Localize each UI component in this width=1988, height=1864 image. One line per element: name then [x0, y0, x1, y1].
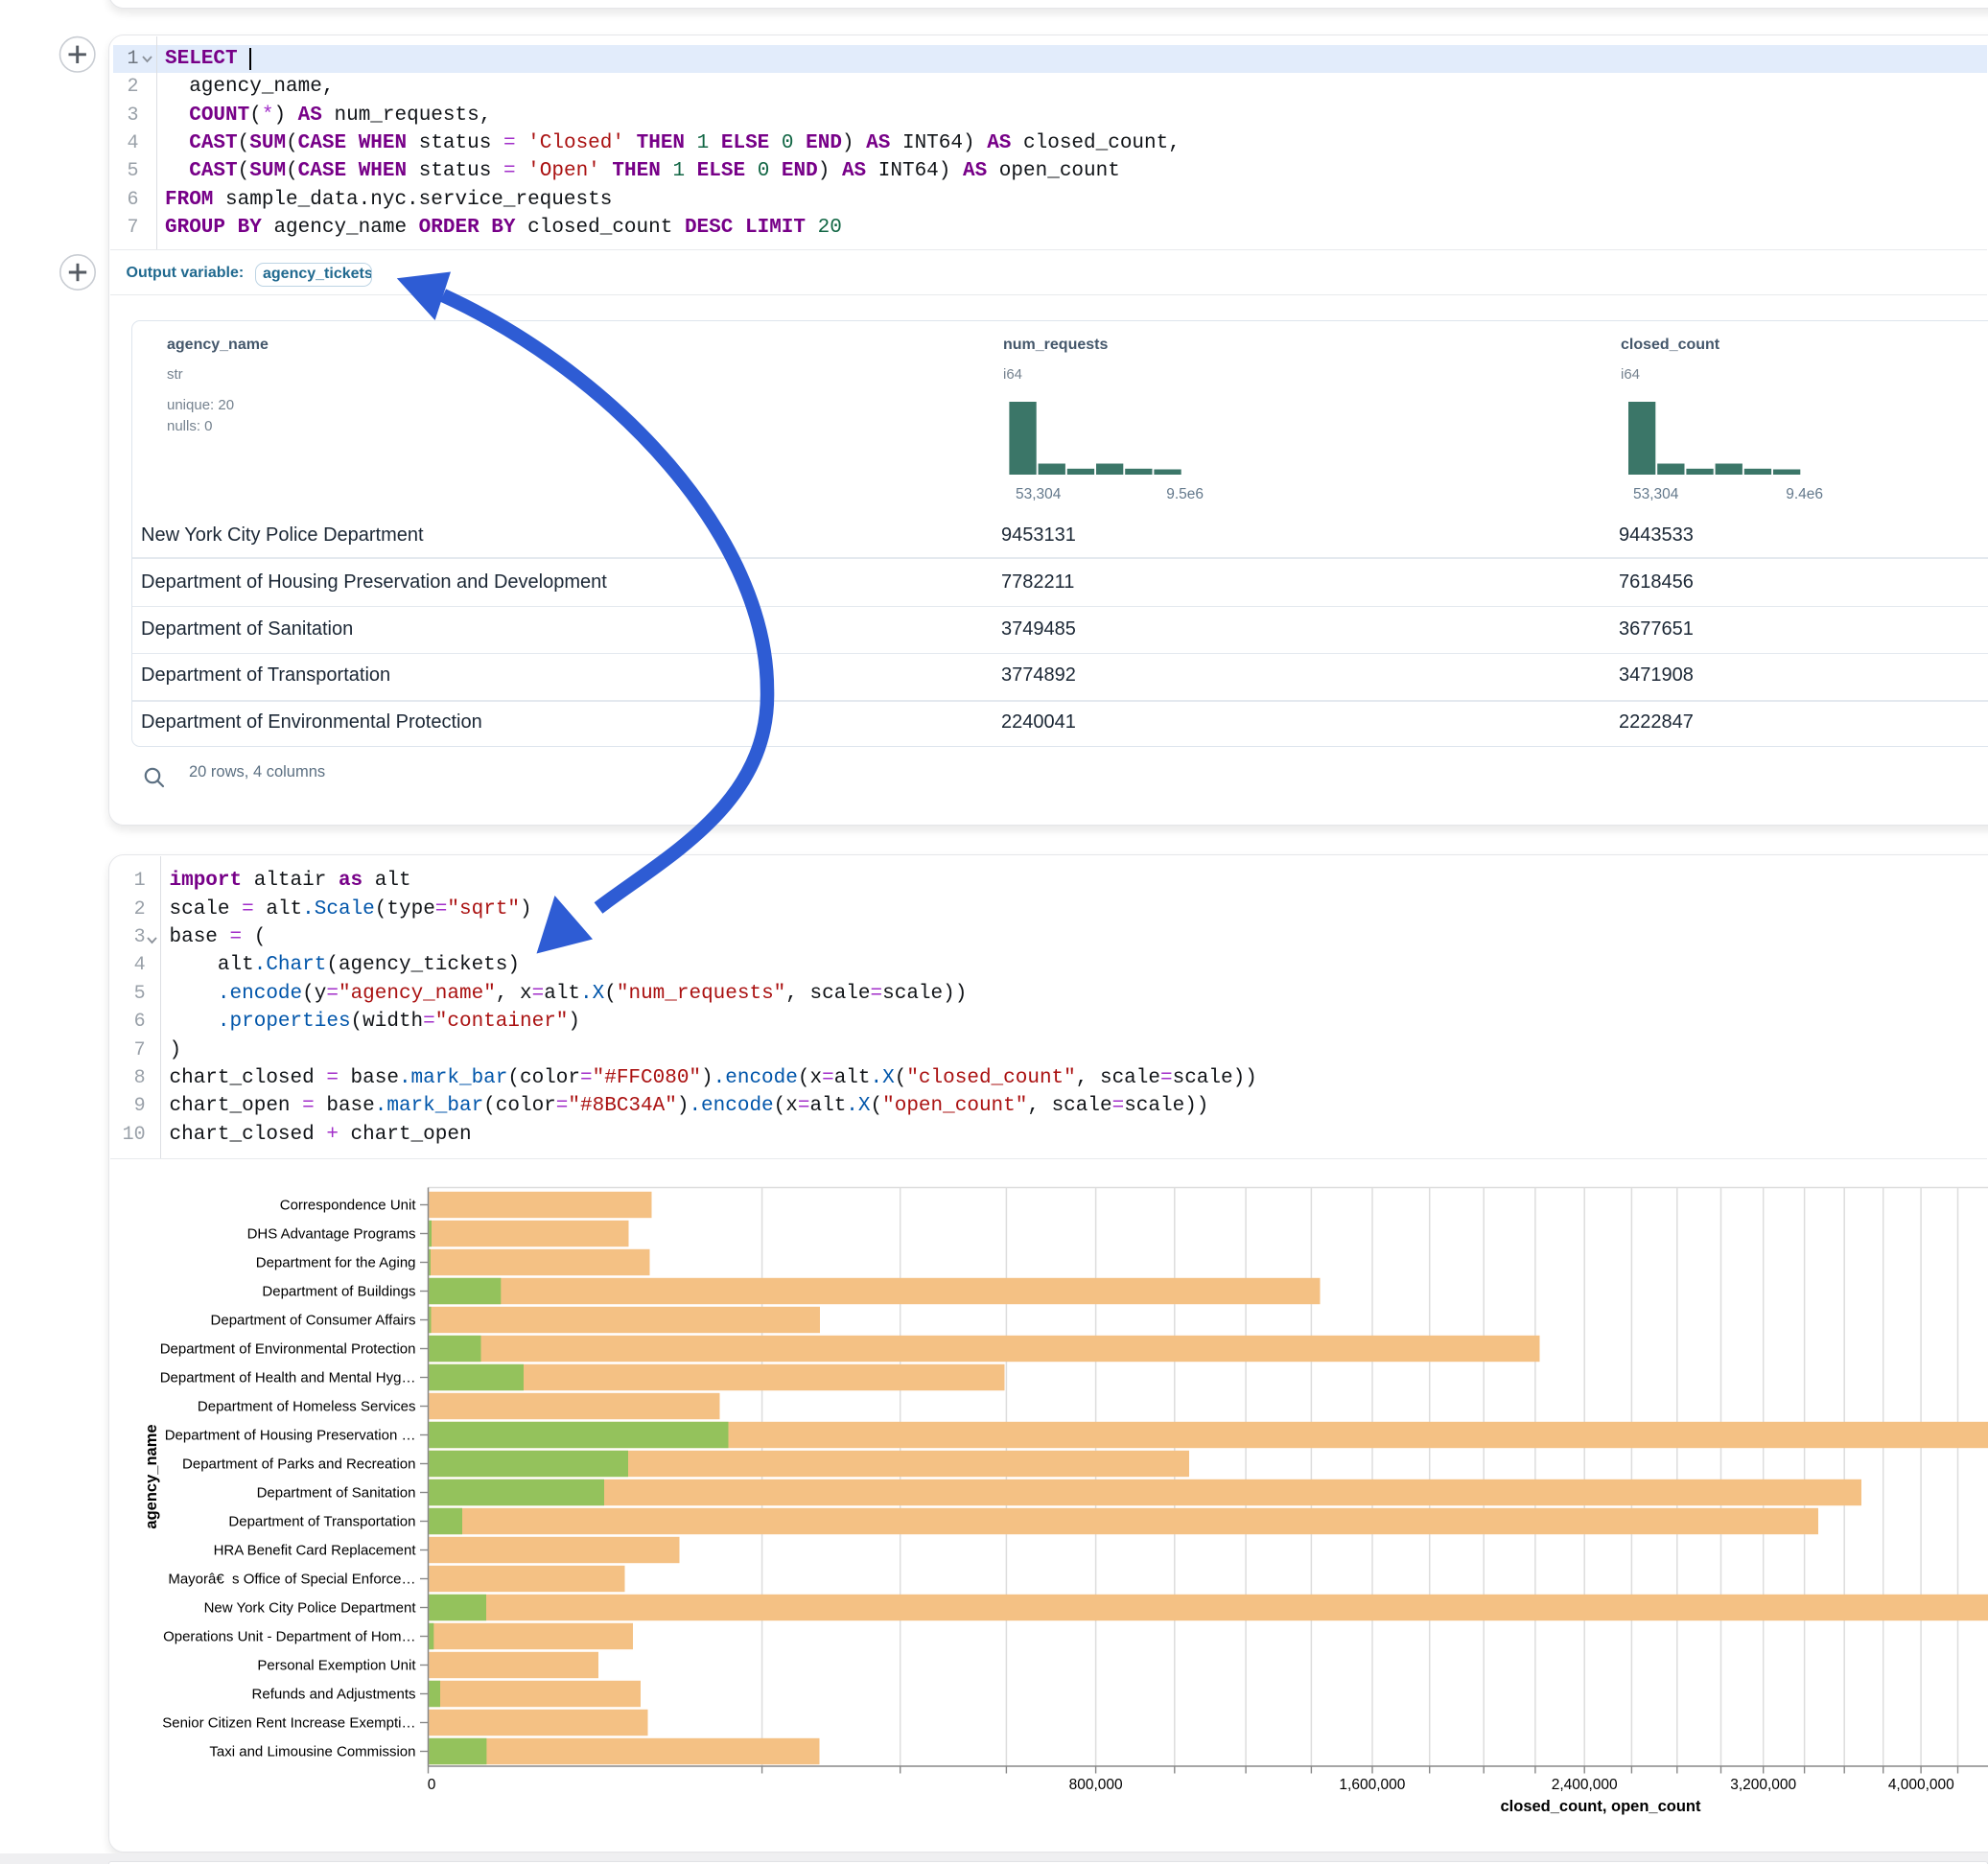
svg-text:800,000: 800,000 — [1069, 1777, 1123, 1793]
svg-text:Senior Citizen Rent Increase E: Senior Citizen Rent Increase Exempti… — [162, 1715, 415, 1732]
svg-text:DHS Advantage Programs: DHS Advantage Programs — [247, 1226, 416, 1243]
svg-text:Refunds and Adjustments: Refunds and Adjustments — [252, 1687, 416, 1703]
svg-text:2,400,000: 2,400,000 — [1552, 1777, 1618, 1793]
svg-text:Department of Environmental Pr: Department of Environmental Protection — [160, 1341, 416, 1358]
svg-text:Department of Consumer Affairs: Department of Consumer Affairs — [211, 1313, 416, 1329]
svg-text:1,600,000: 1,600,000 — [1339, 1777, 1405, 1793]
svg-text:0: 0 — [428, 1777, 436, 1793]
svg-text:Department of Homeless Service: Department of Homeless Services — [198, 1399, 416, 1415]
svg-text:Department of Health and Menta: Department of Health and Mental Hyg… — [160, 1370, 416, 1386]
svg-text:53,304: 53,304 — [1633, 486, 1679, 502]
svg-text:Personal Exemption Unit: Personal Exemption Unit — [257, 1658, 416, 1674]
svg-text:9.5e6: 9.5e6 — [1166, 486, 1204, 502]
svg-text:Department of Buildings: Department of Buildings — [262, 1284, 415, 1300]
svg-text:9.4e6: 9.4e6 — [1786, 486, 1823, 502]
svg-text:4,000,000: 4,000,000 — [1888, 1777, 1954, 1793]
svg-text:Mayorâ€ s Office of Special E: Mayorâ€ s Office of Special Enforce… — [168, 1572, 415, 1588]
svg-text:Department of Parks and Recrea: Department of Parks and Recreation — [182, 1456, 415, 1473]
svg-text:Operations Unit - Department o: Operations Unit - Department of Hom… — [163, 1629, 415, 1645]
svg-text:Department of Transportation: Department of Transportation — [228, 1514, 415, 1530]
svg-text:closed_count, open_count: closed_count, open_count — [1500, 1798, 1701, 1815]
svg-text:3,200,000: 3,200,000 — [1730, 1777, 1796, 1793]
svg-text:Department of Housing Preserva: Department of Housing Preservation … — [165, 1428, 416, 1444]
svg-text:Taxi and Limousine Commission: Taxi and Limousine Commission — [209, 1744, 415, 1760]
svg-text:Department for the Aging: Department for the Aging — [256, 1255, 416, 1271]
svg-text:New York City Police Departmen: New York City Police Department — [204, 1600, 417, 1617]
svg-text:53,304: 53,304 — [1016, 486, 1062, 502]
svg-text:Correspondence Unit: Correspondence Unit — [280, 1198, 417, 1214]
svg-text:agency_name: agency_name — [143, 1424, 160, 1528]
svg-text:Department of Sanitation: Department of Sanitation — [257, 1485, 416, 1502]
svg-text:HRA Benefit Card Replacement: HRA Benefit Card Replacement — [214, 1543, 417, 1559]
